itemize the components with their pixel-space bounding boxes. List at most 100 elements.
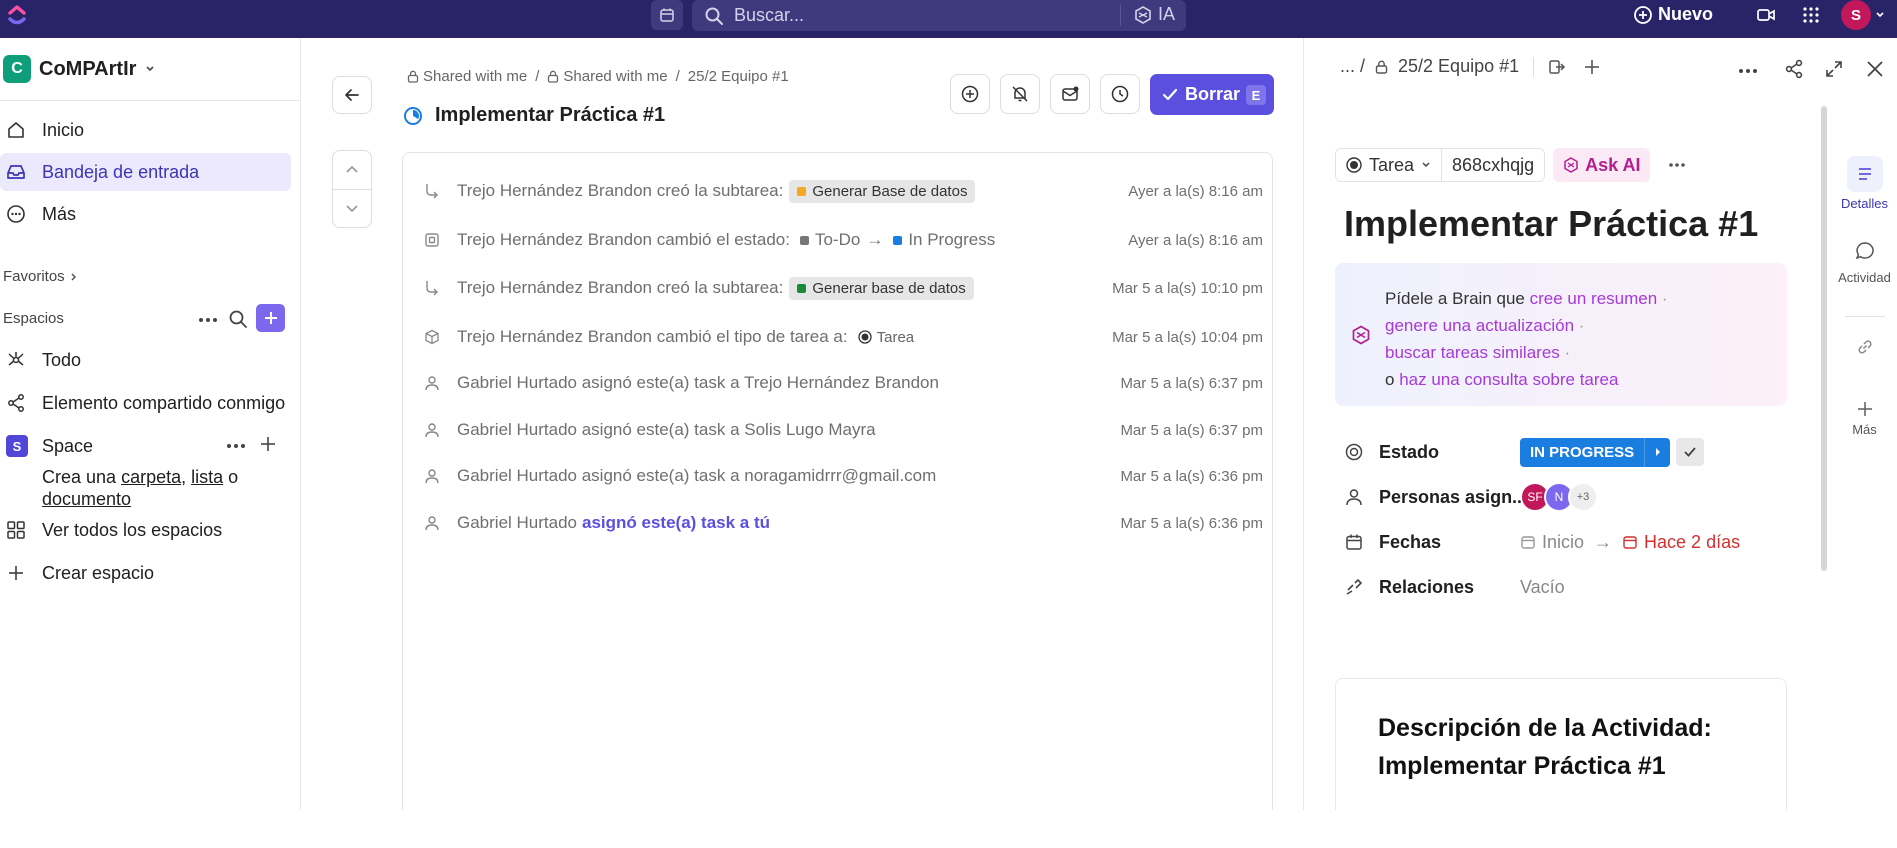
assignees-value[interactable]: SF N +3 — [1520, 482, 1598, 512]
description-heading: Descripción de la Actividad: Implementar… — [1378, 714, 1712, 780]
chat-icon — [1855, 236, 1875, 266]
tab-actividad[interactable]: Actividad — [1831, 236, 1897, 285]
sidebar-item-shared[interactable]: Elemento compartido conmigo — [0, 384, 285, 422]
more-options-icon[interactable] — [1668, 162, 1686, 168]
ai-button[interactable]: IA — [1134, 4, 1175, 25]
breadcrumb-item[interactable]: Shared with me — [407, 68, 527, 85]
breadcrumb-label[interactable]: 25/2 Equipo #1 — [688, 68, 789, 85]
plus-icon[interactable] — [1584, 59, 1600, 75]
create-folder-link[interactable]: carpeta — [121, 467, 181, 487]
check-icon — [1683, 445, 1697, 459]
more-options-icon[interactable] — [1738, 68, 1758, 74]
activity-row[interactable]: Trejo Hernández Brandon cambió el tipo d… — [423, 323, 1263, 351]
back-button[interactable] — [332, 76, 372, 114]
ask-ai-button[interactable]: Ask AI — [1553, 148, 1651, 182]
space-badge: S — [6, 435, 28, 457]
tab-mas[interactable]: Más — [1831, 400, 1897, 437]
delete-button[interactable]: Borrar E — [1150, 74, 1274, 115]
search-bar[interactable]: Buscar... IA — [692, 0, 1186, 31]
subtask-chip[interactable]: Generar base de datos — [789, 276, 974, 300]
field-label: Relaciones — [1379, 576, 1475, 597]
complete-button[interactable] — [1676, 438, 1705, 466]
description-box[interactable]: Descripción de la Actividad: Implementar… — [1335, 678, 1787, 810]
apps-grid-icon[interactable] — [1802, 6, 1820, 24]
due-date[interactable]: Hace 2 días — [1644, 532, 1740, 553]
clickup-logo-icon[interactable] — [7, 2, 27, 28]
activity-row[interactable]: Trejo Hernández Brandon cambió el estado… — [423, 226, 1263, 254]
create-doc-link[interactable]: documento — [42, 489, 131, 509]
search-icon[interactable] — [228, 309, 248, 329]
tab-links[interactable] — [1831, 338, 1897, 356]
activity-row[interactable]: Gabriel Hurtado asignó este(a) task a Tr… — [423, 369, 1263, 397]
subtask-chip[interactable]: Generar Base de datos — [789, 179, 976, 203]
spaces-more-icon[interactable] — [198, 317, 218, 323]
list-breadcrumb[interactable]: 25/2 Equipo #1 — [1398, 56, 1519, 77]
move-icon[interactable] — [1548, 58, 1566, 76]
breadcrumb-ellipsis[interactable]: ... / — [1340, 56, 1365, 77]
activity-time: Ayer a la(s) 8:16 am — [1128, 231, 1263, 249]
add-space-button[interactable] — [256, 304, 285, 332]
space-more-icon[interactable] — [226, 443, 246, 449]
relationship-icon — [1345, 578, 1365, 596]
activity-row[interactable]: Trejo Hernández Brandon creó la subtarea… — [423, 274, 1263, 302]
more-assignees-badge[interactable]: +3 — [1568, 482, 1598, 512]
calendar-icon[interactable] — [651, 0, 683, 30]
start-date[interactable]: Inicio — [1542, 532, 1584, 553]
sidebar-item-create-space[interactable]: Crear espacio — [0, 554, 154, 592]
relations-value[interactable]: Vacío — [1520, 572, 1565, 602]
activity-row[interactable]: Gabriel Hurtado asignó este(a) task a So… — [423, 416, 1263, 444]
favorites-label: Favoritos — [3, 268, 65, 285]
status-dropdown[interactable]: IN PROGRESS — [1520, 437, 1671, 467]
chevron-up-icon[interactable] — [344, 163, 360, 175]
create-list-link[interactable]: lista — [191, 467, 223, 487]
activity-row[interactable]: Gabriel Hurtado asignó este(a) task a tú… — [423, 509, 1263, 537]
space-add-icon[interactable] — [260, 436, 276, 452]
brain-summary-link[interactable]: cree un resumen — [1530, 289, 1658, 308]
snooze-button[interactable] — [1100, 74, 1140, 114]
sidebar-item-all-spaces[interactable]: Ver todos los espacios — [0, 511, 222, 549]
brain-update-link[interactable]: genere una actualización — [1385, 316, 1574, 335]
add-subtask-button[interactable] — [950, 74, 990, 114]
mute-button[interactable] — [1000, 74, 1040, 114]
arrow-right-icon: → — [1594, 531, 1613, 552]
create-hint: Crea una carpeta, lista o documento — [42, 467, 239, 509]
task-id[interactable]: 868cxhqjg — [1442, 148, 1546, 182]
sidebar-item-mas[interactable]: Más — [0, 195, 76, 233]
sidebar-item-todo[interactable]: Todo — [0, 341, 81, 379]
workspace-switcher[interactable]: C CoMPArtIr — [3, 55, 156, 83]
user-avatar[interactable]: S — [1841, 0, 1871, 30]
sidebar-item-label: Crear espacio — [42, 562, 155, 583]
sidebar-item-inicio[interactable]: Inicio — [0, 111, 84, 149]
in-progress-status-icon[interactable] — [403, 106, 423, 126]
delete-label: Borrar — [1185, 84, 1241, 104]
favorites-header[interactable]: Favoritos — [3, 268, 79, 285]
brain-query-link[interactable]: haz una consulta sobre tarea — [1399, 370, 1618, 389]
activity-time: Mar 5 a la(s) 10:10 pm — [1112, 279, 1263, 297]
chevron-down-icon[interactable] — [1875, 10, 1885, 20]
brain-similar-link[interactable]: buscar tareas similares — [1385, 343, 1560, 362]
task-type-icon — [1346, 157, 1362, 173]
breadcrumb-item[interactable]: Shared with me — [547, 68, 668, 85]
field-label: Fechas — [1379, 531, 1442, 552]
clock-icon — [1111, 85, 1129, 103]
mark-unread-button[interactable] — [1050, 74, 1090, 114]
share-icon[interactable] — [1784, 59, 1804, 79]
status-to: In Progress — [893, 230, 995, 250]
task-type-dropdown[interactable]: Tarea — [1335, 148, 1443, 182]
new-button[interactable]: Nuevo — [1634, 4, 1713, 25]
activity-row[interactable]: Trejo Hernández Brandon creó la subtarea… — [423, 177, 1263, 205]
activity-row[interactable]: Gabriel Hurtado asignó este(a) task a no… — [423, 462, 1263, 490]
breadcrumb-label: Shared with me — [563, 68, 668, 85]
breadcrumb-label: Shared with me — [423, 68, 528, 85]
tab-detalles[interactable]: Detalles — [1831, 156, 1897, 211]
chevron-down-icon[interactable] — [344, 203, 360, 215]
arrow-left-icon — [343, 86, 361, 104]
person-icon — [423, 514, 441, 532]
more-icon — [6, 204, 26, 224]
video-icon[interactable] — [1757, 6, 1775, 24]
sidebar-item-inbox[interactable]: Bandeja de entrada — [0, 153, 291, 191]
detail-scrollbar[interactable] — [1821, 106, 1827, 571]
sidebar-item-space[interactable]: S Space — [0, 427, 93, 465]
caret-right-icon[interactable] — [1644, 437, 1670, 467]
detail-task-title[interactable]: Implementar Práctica #1 — [1344, 203, 1758, 245]
